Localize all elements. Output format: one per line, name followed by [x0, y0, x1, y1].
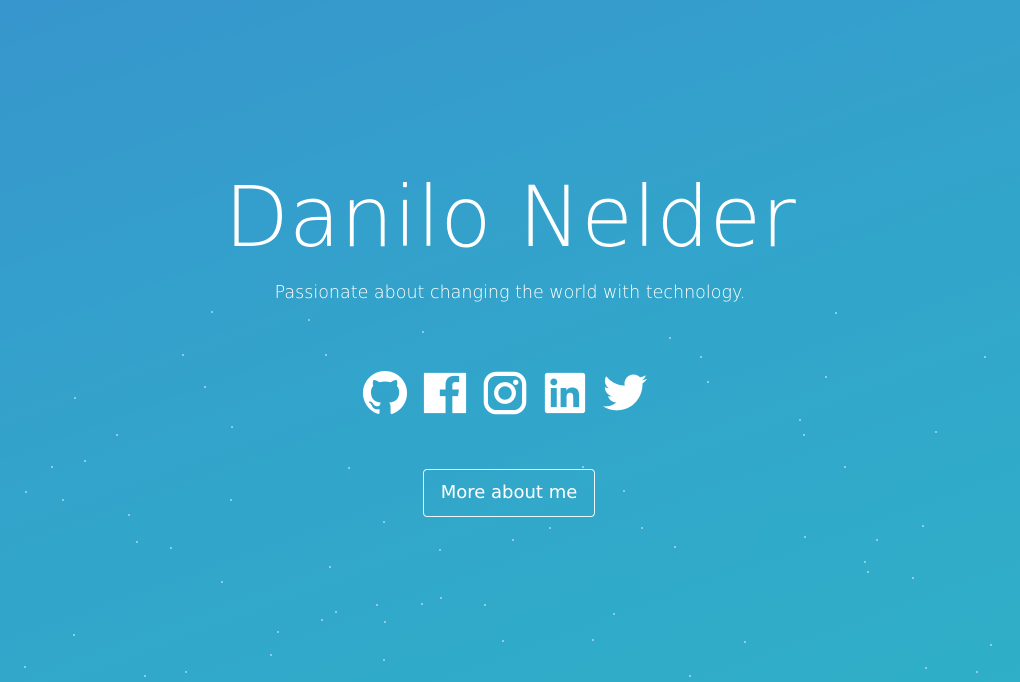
github-icon — [362, 370, 408, 414]
linkedin-link[interactable] — [542, 370, 588, 416]
instagram-icon — [483, 371, 527, 415]
more-about-me-button[interactable]: More about me — [423, 469, 595, 517]
facebook-icon — [423, 372, 467, 414]
facebook-link[interactable] — [422, 370, 468, 416]
github-link[interactable] — [362, 370, 408, 416]
twitter-link[interactable] — [602, 370, 648, 416]
twitter-icon — [602, 374, 648, 411]
instagram-link[interactable] — [482, 370, 528, 416]
social-links — [362, 370, 648, 416]
hero-section: Danilo Nelder Passionate about changing … — [0, 0, 1020, 682]
tagline: Passionate about changing the world with… — [274, 283, 746, 303]
linkedin-icon — [544, 372, 586, 414]
page-title: Danilo Nelder — [224, 168, 796, 266]
